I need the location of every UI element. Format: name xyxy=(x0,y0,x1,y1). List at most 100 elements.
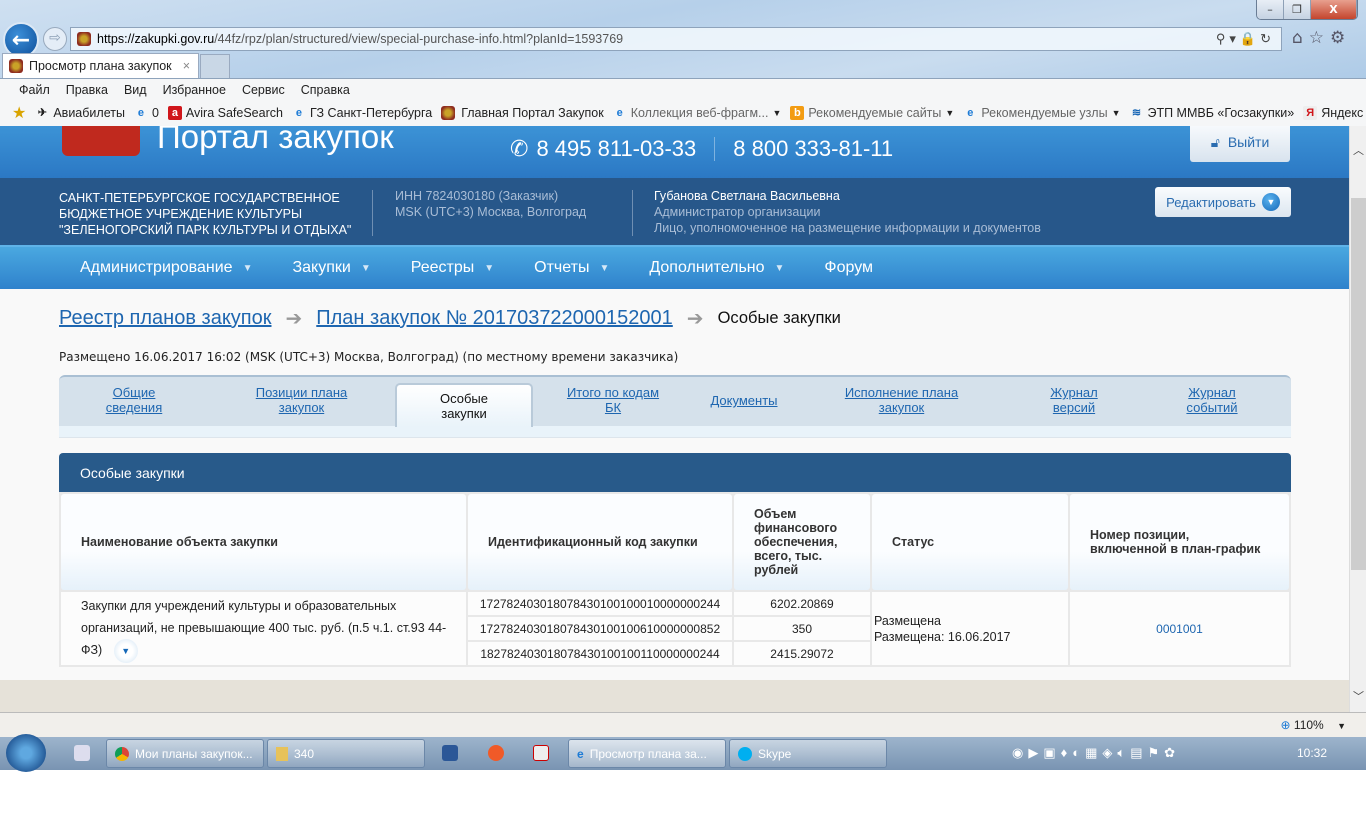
favorites-bar: ★ ✈ Авиабилеты e0 a Avira SafeSearch e ГЗ С… xyxy=(0,100,1366,126)
favorite-item[interactable]: ≋ ЭТП ММВБ «Госзакупки» xyxy=(1129,106,1294,120)
menu-tools[interactable]: Сервис xyxy=(242,83,285,97)
menu-file[interactable]: Файл xyxy=(19,83,50,97)
url-path: /44fz/rpz/plan/structured/view/special-p… xyxy=(214,32,624,46)
tab-version-log[interactable]: Журнал версий xyxy=(1034,385,1114,415)
zoom-control[interactable]: ⊕ 110% ▼ xyxy=(1281,718,1346,732)
nav-registries[interactable]: Реестры ▼ xyxy=(411,259,494,277)
phone-1: 8 495 811-03-33 xyxy=(536,136,697,161)
nav-label: Реестры xyxy=(410,259,475,276)
home-favorites-settings-icon[interactable]: ⌂☆⚙ xyxy=(1292,28,1351,48)
user-name: Губанова Светлана Васильевна xyxy=(654,189,840,203)
favorite-label: 0 xyxy=(151,106,159,120)
posted-info: Размещено 16.06.2017 16:02 (MSK (UTC+3) … xyxy=(59,350,679,364)
menu-favorites[interactable]: Избранное xyxy=(163,83,226,97)
tab-positions[interactable]: Позиции плана закупок xyxy=(239,385,364,415)
forward-button[interactable]: ⇨ xyxy=(43,27,67,51)
taskbar-ie[interactable]: e Просмотр плана за... xyxy=(568,739,726,768)
special-purchases-table: Наименование объекта закупки Идентификац… xyxy=(59,492,1291,667)
url-domain: https://zakupki.gov.ru xyxy=(97,32,215,46)
expand-chevron-icon[interactable]: ▼ xyxy=(113,638,138,663)
nav-forum[interactable]: Форум xyxy=(824,259,873,277)
favorite-item[interactable]: Главная Портал Закупок xyxy=(441,106,604,120)
column-header: Номер позиции, включенной в план-график xyxy=(1070,494,1289,590)
nav-reports[interactable]: Отчеты ▼ xyxy=(534,259,609,277)
tab-label: версий xyxy=(1052,400,1096,415)
favorite-item[interactable]: e Рекомендуемые узлы ▼ xyxy=(963,106,1120,120)
taskbar-skype[interactable]: Skype xyxy=(729,739,887,768)
tab-general[interactable]: Общие сведения xyxy=(94,385,174,415)
status: Размещена xyxy=(874,613,941,628)
chevron-down-icon: ▼ xyxy=(1337,721,1346,731)
tab-documents[interactable]: Документы xyxy=(699,393,789,408)
tab-event-log[interactable]: Журнал событий xyxy=(1172,385,1252,415)
favorite-item[interactable]: e Коллекция веб-фрагм... ▼ xyxy=(613,106,782,120)
status-date: Размещена: 16.06.2017 xyxy=(874,629,1011,644)
breadcrumb-plan-registry[interactable]: Реестр планов закупок xyxy=(59,307,272,330)
favorite-item[interactable]: a Avira SafeSearch xyxy=(167,106,283,120)
nav-purchases[interactable]: Закупки ▼ xyxy=(292,259,370,277)
minimize-button[interactable]: – xyxy=(1257,0,1284,19)
tab-label: Журнал xyxy=(1050,385,1098,400)
nav-administration[interactable]: Администрирование ▼ xyxy=(80,259,252,277)
scroll-thumb[interactable] xyxy=(1351,198,1366,570)
mmvb-icon: ≋ xyxy=(1131,107,1142,119)
scroll-up-icon[interactable]: ︿ xyxy=(1350,142,1366,158)
taskbar-folder[interactable]: 340 xyxy=(267,739,425,768)
close-button[interactable]: X xyxy=(1311,0,1357,19)
favorite-item[interactable]: ✈ Авиабилеты xyxy=(35,106,125,120)
start-button[interactable] xyxy=(6,734,46,772)
logout-button[interactable]: 🔓︎ Выйти xyxy=(1190,126,1290,162)
menu-view[interactable]: Вид xyxy=(124,83,147,97)
chevron-down-icon: ▼ xyxy=(1111,108,1121,118)
favorite-item[interactable]: Я Яндекс xyxy=(1303,106,1363,120)
org-name-line: САНКТ-ПЕТЕРБУРГСКОЕ ГОСУДАРСТВЕННОЕ xyxy=(59,191,340,205)
position-link[interactable]: 0001001 xyxy=(1156,622,1203,636)
yandex-browser-icon[interactable] xyxy=(533,745,549,761)
tab-label: Итого по кодам xyxy=(566,385,660,400)
close-tab-icon[interactable]: × xyxy=(183,59,190,73)
address-actions-icon[interactable]: ⚲▾🔒↻ xyxy=(1216,31,1275,47)
vertical-scrollbar[interactable]: ︿ ﹀ xyxy=(1349,126,1366,712)
system-tray-icons[interactable]: ◉▶▣♦◐▦◈🔈︎▤⚑✿ xyxy=(1012,745,1180,761)
word-icon[interactable] xyxy=(442,745,458,761)
favorite-item[interactable]: e0 xyxy=(134,106,159,120)
purchase-amount: 350 xyxy=(734,617,870,640)
site-favicon-icon xyxy=(77,32,91,46)
breadcrumb-plan[interactable]: План закупок № 201703722000152001 xyxy=(316,307,673,330)
tab-label: Особые xyxy=(439,391,488,406)
yandex-icon: Я xyxy=(1303,106,1318,120)
browser-chrome: – ❐ X ← ⇨ https://zakupki.gov.ru/44fz/rp… xyxy=(0,0,1366,78)
app-icon[interactable] xyxy=(488,745,504,761)
restore-button[interactable]: ❐ xyxy=(1284,0,1311,19)
window-controls: – ❐ X xyxy=(1256,0,1358,20)
page-viewport: Портал закупок ✆ 8 495 811-03-33 8 800 3… xyxy=(0,126,1349,712)
browser-tab[interactable]: Просмотр плана закупок × xyxy=(2,53,199,78)
nav-additional[interactable]: Дополнительно ▼ xyxy=(649,259,784,277)
tab-plan-execution[interactable]: Исполнение плана закупок xyxy=(829,385,974,415)
favorite-label: Avira SafeSearch xyxy=(185,106,283,120)
favorite-item[interactable]: e ГЗ Санкт-Петербурга xyxy=(292,106,432,120)
favorite-label: Коллекция веб-фрагм... xyxy=(630,106,769,120)
section-header: Особые закупки xyxy=(59,453,1291,492)
favorite-item[interactable]: b Рекомендуемые сайты ▼ xyxy=(790,106,954,120)
address-bar[interactable]: https://zakupki.gov.ru/44fz/rpz/plan/str… xyxy=(70,27,1282,51)
org-details: ИНН 7824030180 (Заказчик) MSK (UTC+3) Мо… xyxy=(395,188,586,220)
taskbar-chrome[interactable]: Мои планы закупок... xyxy=(106,739,264,768)
tab-totals-by-bk[interactable]: Итого по кодам БК xyxy=(553,385,673,415)
menu-edit[interactable]: Правка xyxy=(66,83,108,97)
edit-button[interactable]: Редактировать ▼ xyxy=(1155,187,1291,217)
org-name-line: БЮДЖЕТНОЕ УЧРЕЖДЕНИЕ КУЛЬТУРЫ xyxy=(59,207,303,221)
add-favorite-icon[interactable]: ★ xyxy=(12,103,26,123)
taskbar-label: 340 xyxy=(294,746,315,761)
show-desktop-icon[interactable] xyxy=(74,745,90,761)
nav-label: Форум xyxy=(824,259,874,276)
plan-tabs: Общие сведения Позиции плана закупок Особы… xyxy=(59,375,1291,438)
chevron-down-icon: ▼ xyxy=(360,262,371,274)
new-tab-button[interactable] xyxy=(200,54,230,78)
scroll-down-icon[interactable]: ﹀ xyxy=(1350,688,1366,704)
purchase-code: 172782403018078430100100010000000244 xyxy=(468,592,732,615)
skype-icon xyxy=(738,746,752,761)
clock[interactable]: 10:32 xyxy=(1297,746,1327,760)
menu-help[interactable]: Справка xyxy=(301,83,350,97)
tab-special-purchases[interactable]: Особые закупки xyxy=(395,383,533,427)
